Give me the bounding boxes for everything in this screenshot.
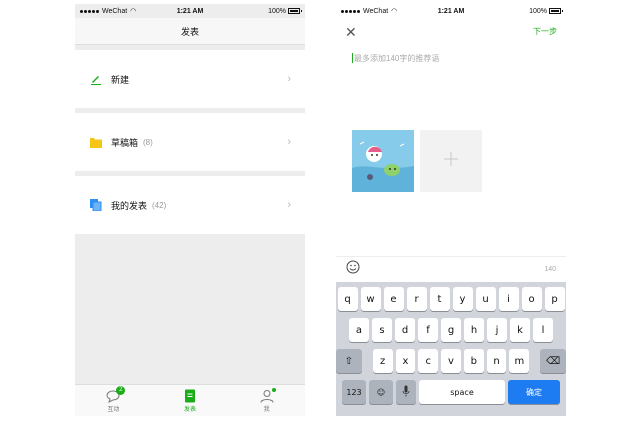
- keyboard-row-3: ⇧ z x c v b n m ⌫: [336, 349, 566, 373]
- document-icon: [183, 389, 197, 403]
- close-icon[interactable]: ✕: [345, 25, 357, 39]
- compose-header: ✕ 下一步: [336, 18, 566, 45]
- folder-icon: [89, 135, 103, 149]
- key-b[interactable]: b: [463, 349, 484, 373]
- shift-key[interactable]: ⇧: [336, 349, 362, 373]
- key-m[interactable]: m: [509, 349, 530, 373]
- right-phone-screen: WeChat ◠ 1:21 AM 100% ✕ 下一步 最多添加140字的推荐语: [336, 4, 566, 416]
- key-l[interactable]: l: [533, 318, 553, 342]
- text-caret: [352, 53, 353, 63]
- key-z[interactable]: z: [372, 349, 393, 373]
- key-v[interactable]: v: [441, 349, 461, 373]
- chat-bubble-icon: 2: [106, 385, 126, 403]
- photo-thumbnail[interactable]: [352, 130, 414, 192]
- key-a[interactable]: a: [349, 318, 369, 342]
- keyboard-row-2: a s d f g h j k l: [336, 318, 566, 342]
- compose-toolbar: 140: [336, 256, 566, 282]
- chevron-right-icon: ›: [287, 73, 291, 85]
- key-p[interactable]: p: [544, 287, 565, 311]
- status-time: 1:21 AM: [176, 7, 204, 15]
- list-item-label: 草稿箱: [111, 137, 139, 148]
- shift-arrow-icon: ⇧: [344, 355, 354, 367]
- tab-label: 我: [263, 406, 270, 413]
- tab-label: 发表: [184, 406, 197, 413]
- emoji-key[interactable]: ☺: [369, 380, 393, 404]
- list-item-drafts[interactable]: 草稿箱 (8) ›: [75, 113, 305, 171]
- list-item-my-posts[interactable]: 我的发表 (42) ›: [75, 176, 305, 234]
- tab-me[interactable]: 我: [228, 385, 305, 416]
- key-w[interactable]: w: [360, 287, 381, 311]
- chevron-right-icon: ›: [287, 199, 291, 211]
- status-bar: WeChat ◠ 1:21 AM 100%: [75, 4, 305, 18]
- list-item-new[interactable]: 新建 ›: [75, 50, 305, 108]
- battery-icon: [549, 8, 563, 14]
- backspace-key[interactable]: ⌫: [540, 349, 566, 373]
- list-item-count: (42): [152, 200, 167, 210]
- key-c[interactable]: c: [418, 349, 439, 373]
- left-phone-screen: WeChat ◠ 1:21 AM 100% 发表 新建 › 草稿箱 (8) › …: [75, 4, 305, 416]
- tab-interact[interactable]: 2 互动: [75, 385, 152, 416]
- key-d[interactable]: d: [395, 318, 415, 342]
- space-key[interactable]: space: [419, 380, 505, 404]
- key-u[interactable]: u: [475, 287, 496, 311]
- microphone-icon: [402, 385, 410, 400]
- tab-publish[interactable]: 发表: [152, 385, 229, 416]
- key-y[interactable]: y: [452, 287, 473, 311]
- key-o[interactable]: o: [521, 287, 542, 311]
- pencil-icon: [89, 72, 103, 86]
- list-item-label: 新建: [111, 74, 130, 85]
- status-bar: WeChat ◠ 1:21 AM 100%: [336, 4, 566, 18]
- plus-icon: [444, 151, 458, 171]
- dictation-key[interactable]: [396, 380, 416, 404]
- chevron-right-icon: ›: [287, 136, 291, 148]
- key-k[interactable]: k: [510, 318, 530, 342]
- new-dot-badge: [271, 387, 276, 392]
- emoji-face-icon: ☺: [376, 387, 386, 397]
- key-e[interactable]: e: [383, 287, 404, 311]
- key-x[interactable]: x: [395, 349, 416, 373]
- add-photo-button[interactable]: [420, 130, 482, 192]
- page-title: 发表: [75, 18, 305, 45]
- photo-grid: [352, 130, 566, 192]
- list-item-count: (8): [143, 137, 153, 147]
- person-icon: [260, 387, 276, 403]
- next-step-button[interactable]: 下一步: [533, 26, 557, 37]
- notification-badge: 2: [116, 385, 126, 395]
- key-r[interactable]: r: [406, 287, 427, 311]
- recommendation-input[interactable]: 最多添加140字的推荐语: [352, 53, 550, 123]
- key-q[interactable]: q: [337, 287, 358, 311]
- status-time: 1:21 AM: [437, 7, 465, 15]
- emoji-icon[interactable]: [346, 260, 360, 279]
- keyboard-row-4: 123 ☺ space 确定: [336, 380, 566, 404]
- key-f[interactable]: f: [418, 318, 438, 342]
- key-j[interactable]: j: [487, 318, 507, 342]
- character-count: 140: [544, 266, 556, 273]
- key-s[interactable]: s: [372, 318, 392, 342]
- key-t[interactable]: t: [429, 287, 450, 311]
- input-placeholder: 最多添加140字的推荐语: [354, 54, 440, 63]
- list-item-label: 我的发表: [111, 200, 148, 211]
- key-g[interactable]: g: [441, 318, 461, 342]
- battery-icon: [288, 8, 302, 14]
- backspace-icon: ⌫: [546, 355, 561, 367]
- numbers-key[interactable]: 123: [342, 380, 366, 404]
- documents-icon: [89, 198, 103, 212]
- tab-label: 互动: [107, 406, 120, 413]
- keyboard-row-1: q w e r t y u i o p: [336, 287, 566, 311]
- bottom-tab-bar: 2 互动 发表 我: [75, 384, 305, 416]
- key-i[interactable]: i: [498, 287, 519, 311]
- key-h[interactable]: h: [464, 318, 484, 342]
- key-n[interactable]: n: [486, 349, 507, 373]
- confirm-key[interactable]: 确定: [508, 380, 560, 404]
- keyboard: q w e r t y u i o p a s d f g h j k l ⇧: [336, 282, 566, 416]
